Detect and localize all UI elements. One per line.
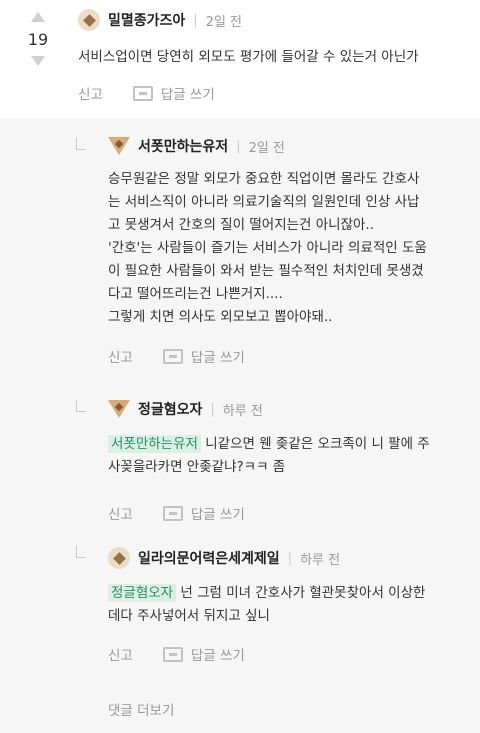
reply-header: 서폿만하는유저 | 2일 전 bbox=[108, 134, 285, 158]
report-button[interactable]: 신고 bbox=[108, 503, 133, 523]
author-name[interactable]: 일라의문어력은세계제일 bbox=[138, 548, 280, 568]
reply-header: 일라의문어력은세계제일 | 하루 전 bbox=[108, 546, 340, 570]
reply-button[interactable]: 답글 쓰기 bbox=[191, 346, 245, 366]
reply-branch-icon bbox=[76, 138, 86, 150]
report-button[interactable]: 신고 bbox=[108, 644, 133, 664]
user-badge-icon bbox=[108, 547, 130, 569]
reply-line: 그렇게 치면 의사도 외모보고 뽑아야돼.. bbox=[108, 309, 333, 325]
reply-branch-icon bbox=[76, 546, 86, 558]
downvote-icon[interactable] bbox=[31, 56, 45, 66]
timestamp: 하루 전 bbox=[222, 403, 263, 419]
divider: | bbox=[287, 550, 293, 566]
user-badge-icon bbox=[78, 9, 100, 31]
more-replies-link[interactable]: 댓글 더보기 bbox=[108, 699, 174, 719]
reply-line: 데다 주사넣어서 뒤지고 싶니 bbox=[108, 608, 270, 624]
reply-line: 승무원같은 정말 외모가 중요한 직업이면 몰라도 간호사 bbox=[108, 171, 420, 187]
reply-line: 이 필요한 사람들이 와서 받는 필수적인 처치인데 못생겼 bbox=[108, 263, 424, 279]
timestamp: 2일 전 bbox=[248, 140, 285, 156]
reply-actions: 신고 답글 쓰기 bbox=[108, 642, 245, 666]
reply-line: 다고 떨어뜨리는건 나쁜거지.... bbox=[108, 286, 283, 302]
reply-text: 정글혐오자 넌 그럼 미녀 간호사가 혈관못찾아서 이상한 데다 주사넣어서 뒤… bbox=[108, 582, 473, 628]
upvote-icon[interactable] bbox=[31, 12, 45, 22]
reply-branch-icon bbox=[76, 400, 86, 412]
reply-actions: 신고 답글 쓰기 bbox=[108, 344, 245, 368]
reply-line-text: 니같으면 웬 좆같은 오크족이 니 팔에 주 bbox=[200, 436, 430, 452]
reply-button[interactable]: 답글 쓰기 bbox=[191, 503, 245, 523]
reply-button[interactable]: 답글 쓰기 bbox=[161, 83, 215, 103]
mention-tag[interactable]: 서폿만하는유저 bbox=[108, 435, 201, 453]
author-name[interactable]: 밀멸종가즈아 bbox=[108, 10, 185, 30]
vote-widget: 19 bbox=[22, 12, 54, 66]
report-button[interactable]: 신고 bbox=[108, 346, 133, 366]
reply-line: 정글혐오자 넌 그럼 미녀 간호사가 혈관못찾아서 이상한 bbox=[108, 582, 473, 605]
reply-icon[interactable] bbox=[132, 85, 153, 101]
reply-text: 승무원같은 정말 외모가 중요한 직업이면 몰라도 간호사 는 서비스직이 아니… bbox=[108, 168, 473, 329]
reply-line: '간호'는 사람들이 즐기는 서비스가 아니라 의료적인 도움 bbox=[108, 240, 427, 256]
reply-line: 사꽂을라카면 안좆같냐?ㅋㅋ 좀 bbox=[108, 459, 286, 475]
divider: | bbox=[193, 12, 198, 28]
timestamp: 하루 전 bbox=[300, 552, 341, 568]
comment-text: 서비스업이면 당연히 외모도 평가에 들어갈 수 있는거 아닌가 bbox=[78, 49, 419, 65]
reply-actions: 신고 답글 쓰기 bbox=[108, 501, 245, 525]
reply-icon[interactable] bbox=[162, 505, 183, 521]
vote-count: 19 bbox=[27, 30, 49, 49]
reply-line-text: 넌 그럼 미녀 간호사가 혈관못찾아서 이상한 bbox=[176, 585, 426, 601]
reply-button[interactable]: 답글 쓰기 bbox=[191, 644, 245, 664]
reply-line: 는 서비스직이 아니라 의료기술직의 일원인데 인상 사납 bbox=[108, 194, 420, 210]
mention-tag[interactable]: 정글혐오자 bbox=[108, 584, 177, 602]
author-name[interactable]: 정글혐오자 bbox=[138, 399, 202, 419]
reply-line: 서폿만하는유저 니같으면 웬 좆같은 오크족이 니 팔에 주 bbox=[108, 433, 473, 456]
reply-icon[interactable] bbox=[162, 646, 183, 662]
author-name[interactable]: 서폿만하는유저 bbox=[138, 136, 228, 156]
rank-triangle-icon bbox=[108, 137, 130, 155]
comment-actions: 신고 답글 쓰기 bbox=[78, 81, 215, 105]
reply-line: 고 못생겨서 간호의 질이 떨어지는건 아니잖아.. bbox=[108, 217, 375, 233]
reply-header: 정글혐오자 | 하루 전 bbox=[108, 397, 263, 421]
comment-header: 밀멸종가즈아 | 2일 전 bbox=[78, 8, 242, 32]
divider: | bbox=[210, 401, 215, 417]
timestamp: 2일 전 bbox=[205, 14, 242, 30]
rank-triangle-icon bbox=[108, 400, 130, 418]
reply-icon[interactable] bbox=[162, 348, 183, 364]
reply-text: 서폿만하는유저 니같으면 웬 좆같은 오크족이 니 팔에 주 사꽂을라카면 안좆… bbox=[108, 433, 473, 479]
report-button[interactable]: 신고 bbox=[78, 83, 103, 103]
divider: | bbox=[236, 138, 241, 154]
